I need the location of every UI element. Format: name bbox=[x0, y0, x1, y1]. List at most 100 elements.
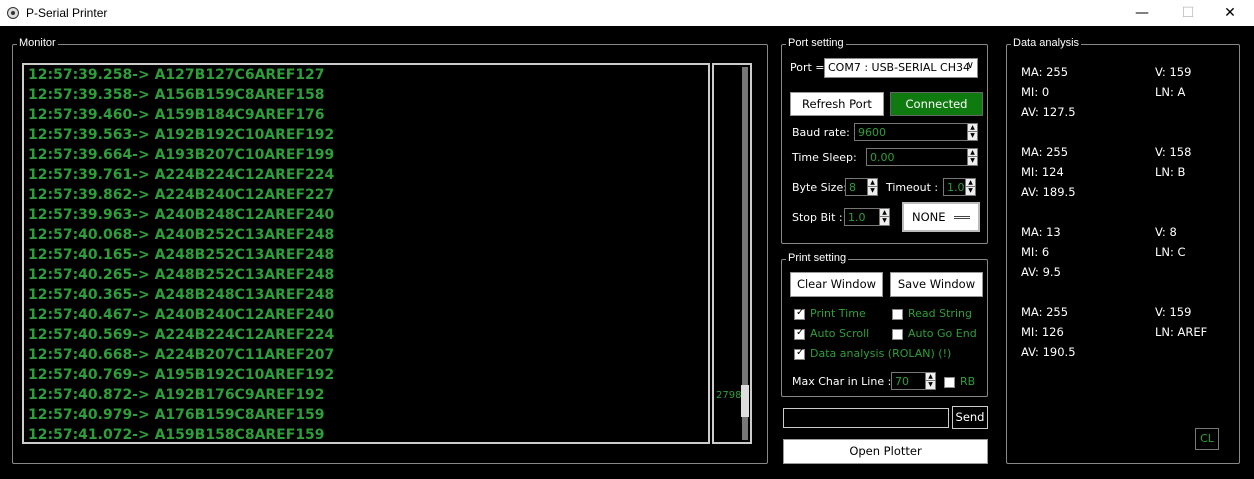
spin-down-icon[interactable]: ▼ bbox=[925, 381, 935, 389]
timeout-input[interactable]: 1.00 ▲ ▼ bbox=[943, 178, 976, 196]
analysis-ln-value: LN: AREF bbox=[1155, 325, 1208, 339]
baud-value: 9600 bbox=[858, 126, 886, 139]
spin-up-icon[interactable]: ▲ bbox=[879, 209, 889, 217]
log-line: 12:57:39.761-> A224B224C12AREF224 bbox=[28, 167, 335, 183]
data-analysis-checkbox[interactable]: Data analysis (ROLAN) (!) bbox=[794, 347, 951, 360]
log-line: 12:57:40.265-> A248B252C13AREF248 bbox=[28, 267, 335, 283]
send-input[interactable] bbox=[783, 408, 949, 428]
analysis-mi-value: MI: 6 bbox=[1021, 245, 1050, 259]
port-setting-legend: Port setting bbox=[786, 37, 846, 49]
stopbit-input[interactable]: 1.0 ▲ ▼ bbox=[844, 208, 890, 226]
max-char-value: 70 bbox=[895, 375, 909, 388]
checkbox-icon[interactable] bbox=[794, 327, 805, 340]
chevron-down-icon: ∨ bbox=[966, 60, 974, 71]
serial-log[interactable]: 12:57:39.258-> A127B127C6AREF127 12:57:39… bbox=[22, 63, 710, 444]
checkbox-icon[interactable] bbox=[892, 308, 903, 320]
log-line: 12:57:40.467-> A240B240C12AREF240 bbox=[28, 307, 335, 323]
clear-analysis-button[interactable]: CL bbox=[1195, 428, 1219, 450]
clear-window-button[interactable]: Clear Window bbox=[790, 272, 883, 297]
auto-scroll-checkbox[interactable]: Auto Scroll bbox=[794, 327, 869, 340]
checkbox-icon[interactable] bbox=[794, 307, 805, 320]
monitor-legend: Monitor bbox=[17, 37, 58, 49]
log-line: 12:57:39.963-> A240B248C12AREF240 bbox=[28, 207, 335, 223]
save-window-button[interactable]: Save Window bbox=[890, 272, 983, 297]
sleep-input[interactable]: 0.00 ▲ ▼ bbox=[866, 148, 978, 166]
send-button[interactable]: Send bbox=[952, 406, 988, 429]
log-line: 12:57:40.569-> A224B224C12AREF224 bbox=[28, 327, 335, 343]
spin-down-icon[interactable]: ▼ bbox=[867, 187, 877, 195]
analysis-ln-value: LN: A bbox=[1155, 85, 1186, 99]
checkbox-icon[interactable] bbox=[944, 376, 955, 388]
window-title: P-Serial Printer bbox=[26, 6, 108, 20]
spin-down-icon[interactable]: ▼ bbox=[967, 132, 977, 140]
port-label: Port = bbox=[790, 61, 825, 74]
minimize-button[interactable]: — bbox=[1119, 0, 1165, 26]
data-analysis-legend: Data analysis bbox=[1011, 37, 1082, 49]
spin-up-icon[interactable]: ▲ bbox=[967, 149, 977, 157]
auto-go-end-checkbox[interactable]: Auto Go End bbox=[892, 327, 977, 340]
analysis-v-value: V: 8 bbox=[1155, 225, 1177, 239]
bytesize-input[interactable]: 8 ▲ ▼ bbox=[845, 178, 878, 196]
print-setting-panel: Print setting Clear Window Save Window P… bbox=[781, 252, 988, 397]
log-scroll-panel[interactable]: 2798 bbox=[712, 63, 752, 444]
max-char-input[interactable]: 70 ▲ ▼ bbox=[891, 372, 936, 390]
log-line: 12:57:39.460-> A159B184C9AREF176 bbox=[28, 107, 325, 123]
print-time-label: Print Time bbox=[810, 307, 866, 320]
parity-value: NONE bbox=[912, 210, 946, 224]
data-analysis-panel: Data analysis MA: 255 MI: 0 AV: 127.5 V: 15… bbox=[1006, 37, 1240, 464]
analysis-av-value: AV: 189.5 bbox=[1021, 185, 1076, 199]
port-value: COM7 : USB-SERIAL CH34 bbox=[828, 61, 970, 74]
baud-label: Baud rate: bbox=[792, 126, 850, 139]
line-count: 2798 bbox=[716, 390, 742, 401]
read-string-checkbox[interactable]: Read String bbox=[892, 307, 972, 320]
parity-button[interactable]: NONE bbox=[902, 202, 980, 232]
checkbox-icon[interactable] bbox=[892, 328, 903, 340]
open-plotter-button[interactable]: Open Plotter bbox=[783, 439, 988, 464]
analysis-ma-value: MA: 255 bbox=[1021, 65, 1069, 79]
rb-label: RB bbox=[960, 375, 976, 388]
log-line: 12:57:40.872-> A192B176C9AREF192 bbox=[28, 387, 325, 403]
analysis-mi-value: MI: 0 bbox=[1021, 85, 1050, 99]
analysis-mi-value: MI: 126 bbox=[1021, 325, 1064, 339]
refresh-port-button[interactable]: Refresh Port List bbox=[790, 92, 884, 133]
spin-up-icon[interactable]: ▲ bbox=[965, 179, 975, 187]
spin-down-icon[interactable]: ▼ bbox=[965, 187, 975, 195]
bytesize-value: 8 bbox=[849, 181, 856, 194]
spin-down-icon[interactable]: ▼ bbox=[879, 217, 889, 225]
analysis-v-value: V: 159 bbox=[1155, 305, 1192, 319]
port-select[interactable]: COM7 : USB-SERIAL CH34 ∨ bbox=[824, 58, 978, 78]
rb-checkbox[interactable]: RB bbox=[944, 375, 975, 388]
connect-button[interactable]: Connected bbox=[890, 92, 983, 116]
log-line: 12:57:41.072-> A159B158C8AREF159 bbox=[28, 427, 325, 443]
log-line: 12:57:39.358-> A156B159C8AREF158 bbox=[28, 87, 325, 103]
log-list: 12:57:39.258-> A127B127C6AREF127 12:57:39… bbox=[24, 65, 708, 443]
print-time-checkbox[interactable]: Print Time bbox=[794, 307, 866, 320]
sleep-value: 0.00 bbox=[870, 151, 895, 164]
stopbit-label: Stop Bit : bbox=[792, 211, 843, 224]
analysis-ma-value: MA: 255 bbox=[1021, 305, 1069, 319]
analysis-av-value: AV: 9.5 bbox=[1021, 265, 1061, 279]
stopbit-value: 1.0 bbox=[848, 211, 866, 224]
analysis-ln-value: LN: B bbox=[1155, 165, 1186, 179]
log-line: 12:57:40.769-> A195B192C10AREF192 bbox=[28, 367, 335, 383]
spin-up-icon[interactable]: ▲ bbox=[967, 124, 977, 132]
auto-go-end-label: Auto Go End bbox=[908, 327, 977, 340]
auto-scroll-label: Auto Scroll bbox=[810, 327, 870, 340]
log-line: 12:57:40.165-> A248B252C13AREF248 bbox=[28, 247, 335, 263]
baud-input[interactable]: 9600 ▲ ▼ bbox=[854, 123, 978, 141]
analysis-ma-value: MA: 255 bbox=[1021, 145, 1069, 159]
spin-up-icon[interactable]: ▲ bbox=[867, 179, 877, 187]
maximize-button[interactable]: ☐ bbox=[1165, 0, 1211, 26]
checkbox-icon[interactable] bbox=[794, 347, 805, 360]
spin-down-icon[interactable]: ▼ bbox=[967, 157, 977, 165]
spin-up-icon[interactable]: ▲ bbox=[925, 373, 935, 381]
analysis-v-value: V: 158 bbox=[1155, 145, 1192, 159]
close-button[interactable]: ✕ bbox=[1207, 0, 1253, 26]
log-line: 12:57:39.258-> A127B127C6AREF127 bbox=[28, 67, 325, 83]
sleep-label: Time Sleep: bbox=[792, 151, 857, 164]
title-bar: P-Serial Printer — ☐ ✕ bbox=[0, 0, 1254, 26]
port-setting-panel: Port setting Port = COM7 : USB-SERIAL CH… bbox=[781, 37, 988, 244]
scrollbar-thumb[interactable] bbox=[741, 385, 749, 417]
log-line: 12:57:40.365-> A248B248C13AREF248 bbox=[28, 287, 335, 303]
log-line: 12:57:39.664-> A193B207C10AREF199 bbox=[28, 147, 335, 163]
